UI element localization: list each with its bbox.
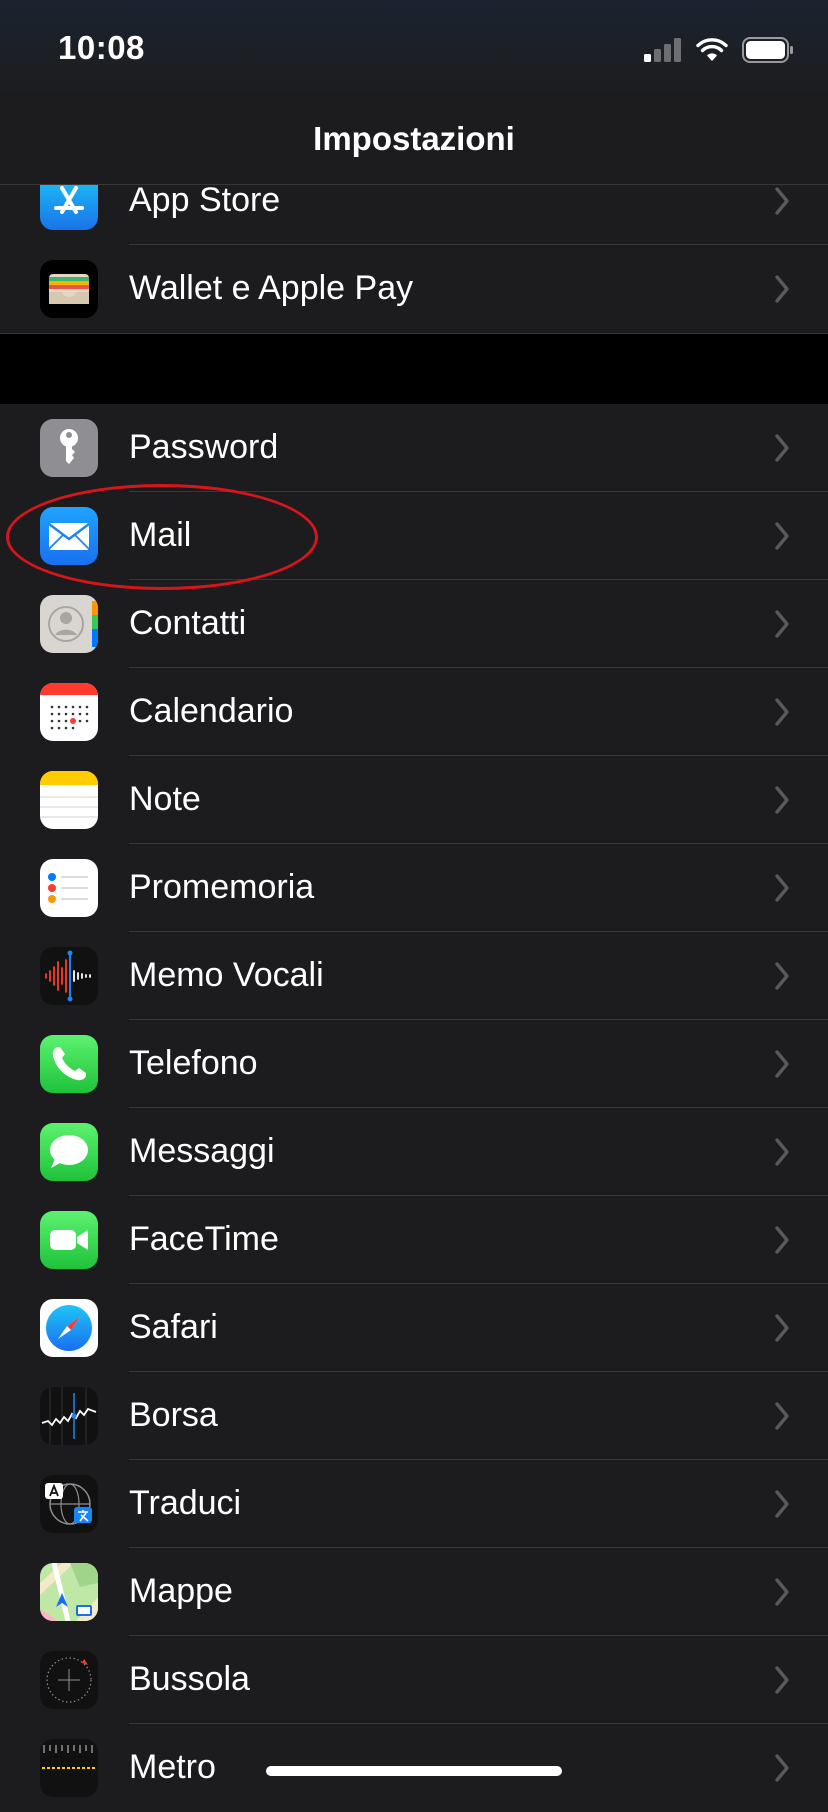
wallet-icon xyxy=(40,260,98,318)
chevron-right-icon xyxy=(775,1754,789,1782)
chevron-right-icon xyxy=(775,434,789,462)
status-icons xyxy=(644,34,794,66)
settings-row-calendar[interactable]: Calendario xyxy=(0,668,828,756)
settings-row-label: Contatti xyxy=(129,604,247,642)
chevron-right-icon xyxy=(775,1138,789,1166)
settings-row-label: Metro xyxy=(129,1748,216,1786)
status-time: 10:08 xyxy=(58,29,145,66)
messages-icon xyxy=(40,1123,98,1181)
settings-row-label: Messaggi xyxy=(129,1132,275,1170)
chevron-right-icon xyxy=(775,1314,789,1342)
settings-row-contacts[interactable]: Contatti xyxy=(0,580,828,668)
settings-row-label: Password xyxy=(129,428,279,466)
settings-row-label: Mappe xyxy=(129,1572,233,1610)
settings-row-wallet[interactable]: Wallet e Apple Pay xyxy=(0,245,828,333)
chevron-right-icon xyxy=(775,610,789,638)
settings-row-label: Calendario xyxy=(129,692,294,730)
phone-icon xyxy=(40,1035,98,1093)
reminders-icon xyxy=(40,859,98,917)
settings-row-password[interactable]: Password xyxy=(0,404,828,492)
settings-row-voice-memos[interactable]: Memo Vocali xyxy=(0,932,828,1020)
settings-row-facetime[interactable]: FaceTime xyxy=(0,1196,828,1284)
measure-icon xyxy=(40,1739,98,1797)
settings-row-label: Mail xyxy=(129,516,192,554)
facetime-icon xyxy=(40,1211,98,1269)
settings-row-notes[interactable]: Note xyxy=(0,756,828,844)
settings-row-label: Borsa xyxy=(129,1396,218,1434)
chevron-right-icon xyxy=(775,1666,789,1694)
chevron-right-icon xyxy=(775,522,789,550)
settings-row-label: Traduci xyxy=(129,1484,242,1522)
settings-row-safari[interactable]: Safari xyxy=(0,1284,828,1372)
key-icon xyxy=(40,419,98,477)
settings-row-stocks[interactable]: Borsa xyxy=(0,1372,828,1460)
mail-icon xyxy=(40,507,98,565)
chevron-right-icon xyxy=(775,1490,789,1518)
section-separator xyxy=(0,333,828,405)
voice-memos-icon xyxy=(40,947,98,1005)
settings-row-reminders[interactable]: Promemoria xyxy=(0,844,828,932)
chevron-right-icon xyxy=(775,1226,789,1254)
settings-row-label: FaceTime xyxy=(129,1220,279,1258)
safari-icon xyxy=(40,1299,98,1357)
settings-row-translate[interactable]: Traduci xyxy=(0,1460,828,1548)
settings-section-apps: Password Mail Contatti Calendario Note P… xyxy=(0,404,828,1812)
settings-row-label: Memo Vocali xyxy=(129,956,324,994)
compass-icon xyxy=(40,1651,98,1709)
contacts-icon xyxy=(40,595,98,653)
navigation-bar: Impostazioni xyxy=(0,100,828,185)
battery-icon xyxy=(742,37,793,63)
notes-icon xyxy=(40,771,98,829)
page-title: Impostazioni xyxy=(313,120,515,157)
settings-row-label: Note xyxy=(129,780,201,818)
settings-row-phone[interactable]: Telefono xyxy=(0,1020,828,1108)
chevron-right-icon xyxy=(775,187,789,215)
settings-row-mail[interactable]: Mail xyxy=(0,492,828,580)
calendar-icon xyxy=(40,683,98,741)
stocks-icon xyxy=(40,1387,98,1445)
chevron-right-icon xyxy=(775,962,789,990)
settings-row-label: Wallet e Apple Pay xyxy=(129,269,414,307)
wifi-icon xyxy=(696,38,728,61)
chevron-right-icon xyxy=(775,874,789,902)
settings-row-label: Promemoria xyxy=(129,868,315,906)
settings-row-label: Telefono xyxy=(129,1044,258,1082)
settings-row-compass[interactable]: Bussola xyxy=(0,1636,828,1724)
translate-icon xyxy=(40,1475,98,1533)
settings-row-maps[interactable]: Mappe xyxy=(0,1548,828,1636)
cellular-signal-icon xyxy=(644,38,681,62)
chevron-right-icon xyxy=(775,1402,789,1430)
status-bar: 10:08 xyxy=(0,0,828,100)
chevron-right-icon xyxy=(775,275,789,303)
maps-icon xyxy=(40,1563,98,1621)
chevron-right-icon xyxy=(775,1050,789,1078)
chevron-right-icon xyxy=(775,1578,789,1606)
home-indicator[interactable] xyxy=(266,1766,562,1776)
settings-row-label: Safari xyxy=(129,1308,218,1346)
chevron-right-icon xyxy=(775,786,789,814)
settings-row-label: Bussola xyxy=(129,1660,250,1698)
settings-row-label: App Store xyxy=(129,181,281,219)
settings-row-messages[interactable]: Messaggi xyxy=(0,1108,828,1196)
chevron-right-icon xyxy=(775,698,789,726)
